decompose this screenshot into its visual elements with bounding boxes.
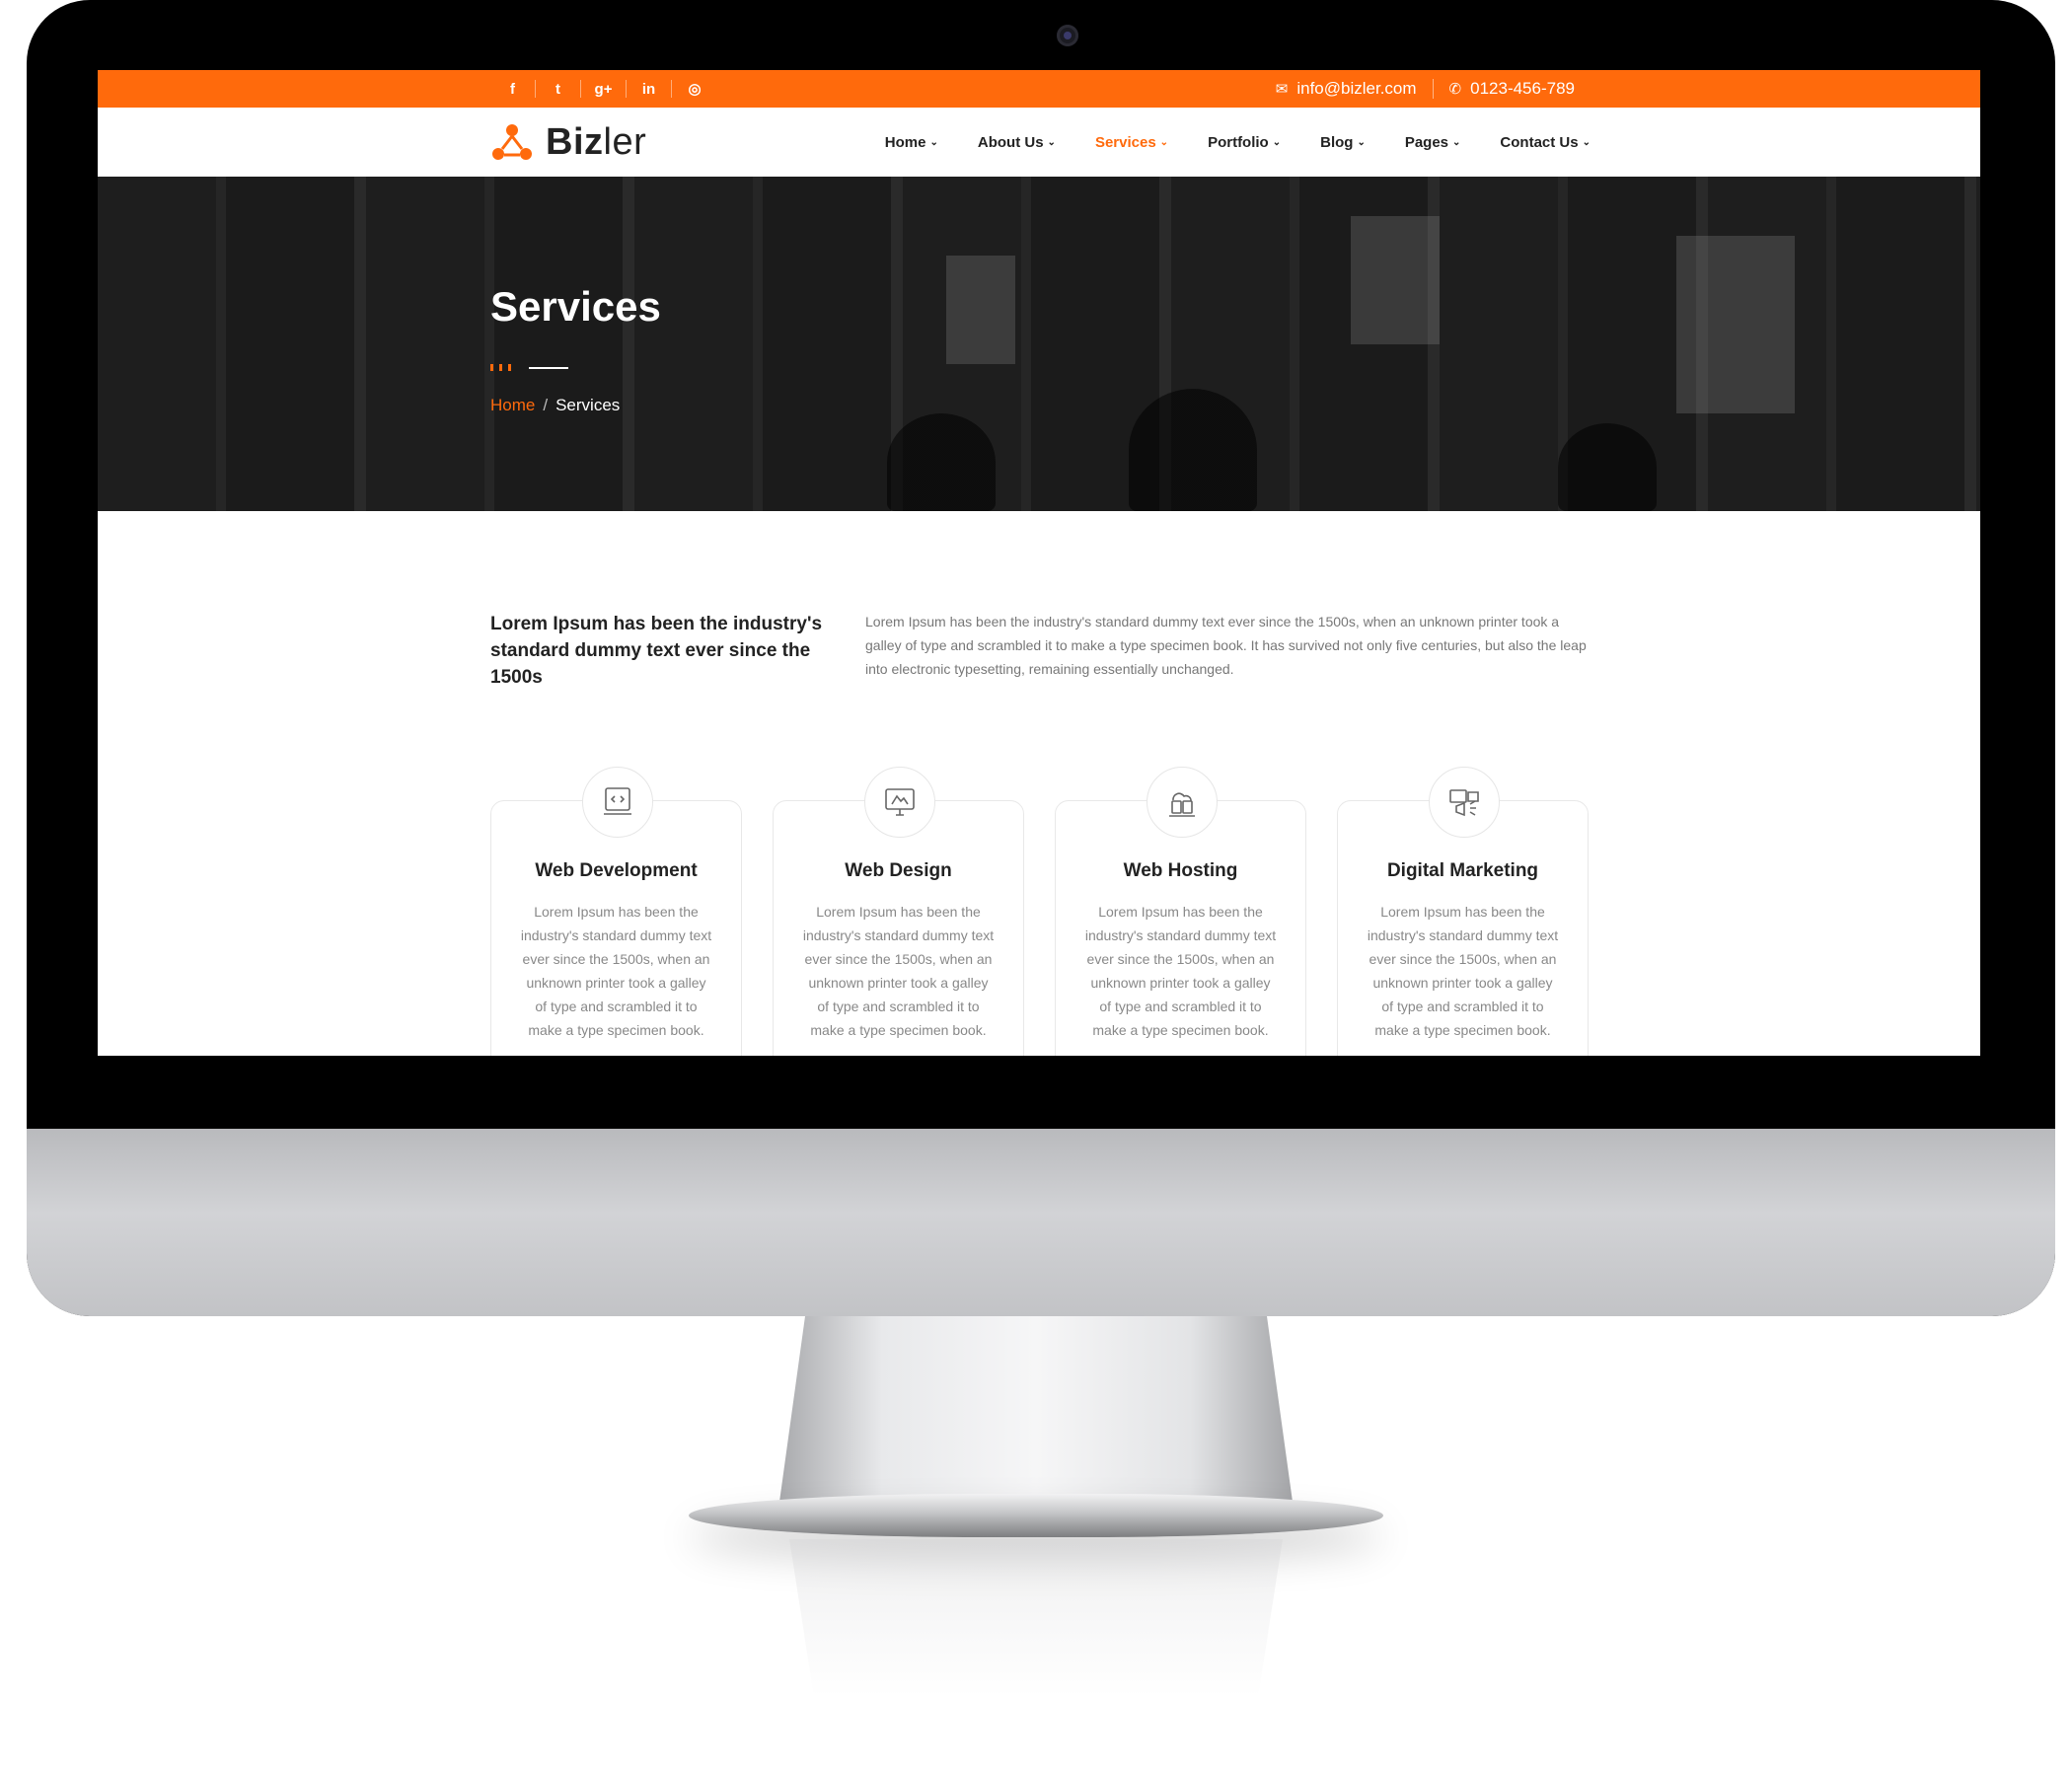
service-card-web-hosting[interactable]: Web Hosting Lorem Ipsum has been the ind… <box>1055 767 1306 1056</box>
hero-background-window <box>1351 216 1440 344</box>
web-hosting-icon <box>1146 767 1218 838</box>
nav-item-services[interactable]: Services ⌄ <box>1095 134 1168 151</box>
nav-item-home[interactable]: Home ⌄ <box>885 134 938 151</box>
chevron-down-icon: ⌄ <box>1159 136 1169 148</box>
facebook-icon[interactable]: f <box>490 80 536 98</box>
logo-mark-icon <box>492 123 532 160</box>
main-menu: Home ⌄ About Us ⌄ Services ⌄ Portfolio ⌄ Blo… <box>885 108 1591 177</box>
service-card-web-design[interactable]: Web Design Lorem Ipsum has been the indu… <box>773 767 1024 1056</box>
monitor-stand <box>779 1316 1293 1502</box>
service-title: Digital Marketing <box>1386 860 1539 881</box>
social-links: f t g+ in ◎ <box>490 70 717 108</box>
service-card-web-development[interactable]: Web Development Lorem Ipsum has been the… <box>490 767 742 1056</box>
services-grid: Web Development Lorem Ipsum has been the… <box>490 767 1589 1056</box>
breadcrumb: Home / Services <box>490 396 620 415</box>
contact-info: ✉ info@bizler.com ✆ 0123-456-789 <box>1260 70 1591 108</box>
monitor-stand-base <box>689 1494 1383 1537</box>
page-hero-banner: Services Home / Services <box>98 177 1980 511</box>
nav-item-contact-us[interactable]: Contact Us ⌄ <box>1500 134 1591 151</box>
nav-label: Contact Us <box>1500 133 1579 151</box>
service-title: Web Hosting <box>1123 860 1238 881</box>
camera-icon <box>1057 25 1078 46</box>
chevron-down-icon: ⌄ <box>1272 136 1282 148</box>
email-text: info@bizler.com <box>1296 79 1417 98</box>
phone-icon: ✆ <box>1448 81 1462 98</box>
nav-label: Pages <box>1404 133 1449 151</box>
nav-label: Services <box>1094 133 1156 151</box>
divider-ticks <box>490 364 511 371</box>
nav-label: Blog <box>1320 133 1354 151</box>
email-link[interactable]: ✉ info@bizler.com <box>1260 79 1433 99</box>
intro-paragraph: Lorem Ipsum has been the industry's stan… <box>865 614 1587 677</box>
title-divider <box>490 364 568 371</box>
hero-background-window <box>946 256 1015 364</box>
service-description: Lorem Ipsum has been the industry's stan… <box>1367 904 1559 1038</box>
nav-label: About Us <box>977 133 1044 151</box>
brand-name-bold: Biz <box>546 121 604 163</box>
hero-background-person <box>887 413 996 511</box>
intro-heading: Lorem Ipsum has been the industry's stan… <box>490 614 823 688</box>
digital-marketing-icon <box>1428 767 1500 838</box>
website-screen: f t g+ in ◎ ✉ info@bizler.com ✆ 0123-456… <box>98 70 1980 1056</box>
envelope-icon: ✉ <box>1275 81 1289 98</box>
web-design-icon <box>863 767 935 838</box>
twitter-icon[interactable]: t <box>536 80 581 98</box>
brand-name: Bizler <box>546 121 646 164</box>
chevron-down-icon: ⌄ <box>929 136 938 148</box>
linkedin-icon[interactable]: in <box>627 80 672 98</box>
nav-item-pages[interactable]: Pages ⌄ <box>1405 134 1461 151</box>
chevron-down-icon: ⌄ <box>1452 136 1461 148</box>
chevron-down-icon: ⌄ <box>1582 136 1591 148</box>
service-description: Lorem Ipsum has been the industry's stan… <box>520 904 712 1038</box>
hero-background-window <box>1676 236 1795 413</box>
google-plus-icon[interactable]: g+ <box>581 80 627 98</box>
divider-tick <box>499 364 502 371</box>
web-development-icon <box>581 767 653 838</box>
nav-label: Home <box>884 133 926 151</box>
monitor-chin <box>27 1129 2055 1316</box>
chevron-down-icon: ⌄ <box>1047 136 1056 148</box>
phone-link[interactable]: ✆ 0123-456-789 <box>1432 79 1591 99</box>
brand-name-light: ler <box>603 121 647 163</box>
nav-item-about-us[interactable]: About Us ⌄ <box>978 134 1056 151</box>
breadcrumb-current: Services <box>555 396 621 414</box>
service-title: Web Design <box>845 860 952 881</box>
divider-line <box>529 366 568 369</box>
service-card-digital-marketing[interactable]: Digital Marketing Lorem Ipsum has been t… <box>1337 767 1589 1056</box>
service-title: Web Development <box>535 860 698 881</box>
main-navbar: Bizler Home ⌄ About Us ⌄ Services ⌄ Portfol… <box>98 108 1980 177</box>
nav-item-blog[interactable]: Blog ⌄ <box>1320 134 1366 151</box>
service-description: Lorem Ipsum has been the industry's stan… <box>1084 904 1277 1038</box>
instagram-icon[interactable]: ◎ <box>672 80 717 98</box>
page-title: Services <box>490 283 661 330</box>
chevron-down-icon: ⌄ <box>1357 136 1366 148</box>
top-bar: f t g+ in ◎ ✉ info@bizler.com ✆ 0123-456… <box>98 70 1980 108</box>
nav-label: Portfolio <box>1208 133 1269 151</box>
hero-background-person <box>1129 389 1257 511</box>
nav-item-portfolio[interactable]: Portfolio ⌄ <box>1208 134 1281 151</box>
breadcrumb-home-link[interactable]: Home <box>490 396 535 415</box>
logo[interactable]: Bizler <box>490 121 646 164</box>
stand-reflection <box>789 1539 1283 1697</box>
breadcrumb-separator: / <box>543 396 549 414</box>
divider-tick <box>508 364 511 371</box>
service-description: Lorem Ipsum has been the industry's stan… <box>802 904 995 1038</box>
phone-text: 0123-456-789 <box>1470 79 1575 98</box>
divider-tick <box>490 364 493 371</box>
hero-background-person <box>1558 423 1657 511</box>
